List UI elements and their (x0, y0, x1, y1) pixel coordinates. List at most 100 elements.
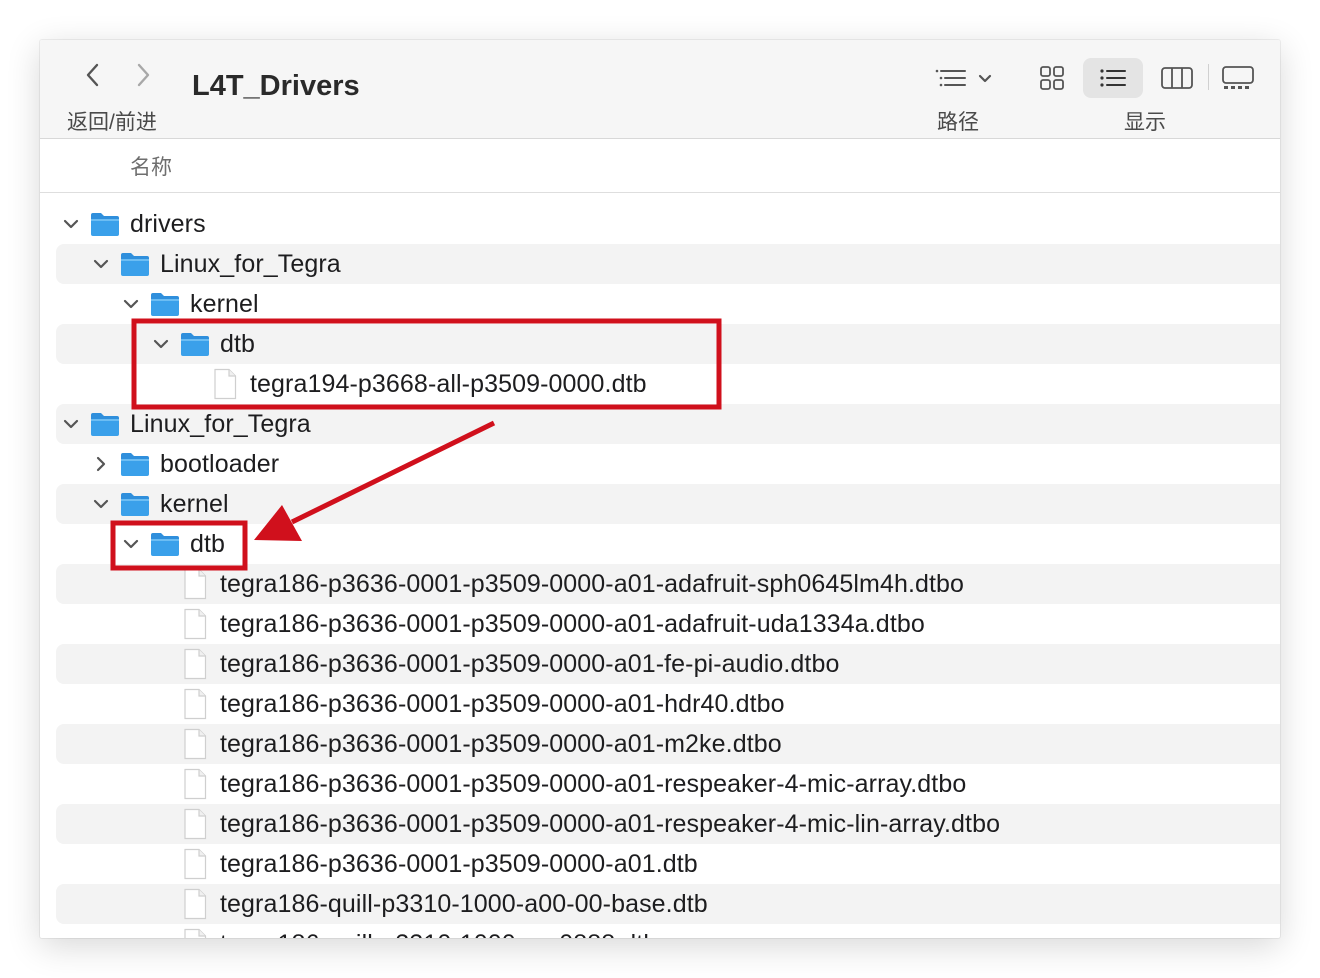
chevron-down-icon[interactable] (120, 284, 142, 324)
file-icon (178, 764, 212, 804)
file-list: drivers Linux_for_Tegra kernel dtb tegra194-… (40, 204, 1280, 938)
folder-icon (118, 244, 152, 284)
row-content: tegra186-p3636-0001-p3509-0000-a01-hdr40… (150, 684, 785, 724)
folder-row[interactable]: dtb (40, 524, 1280, 564)
list-tree-icon (935, 69, 966, 87)
file-name: tegra186-quill-p3310-1000-as-0888.dtb (220, 930, 657, 939)
folder-name: Linux_for_Tegra (130, 409, 311, 438)
chevron-down-icon[interactable] (120, 524, 142, 564)
folder-row[interactable]: dtb (40, 324, 1280, 364)
folder-row[interactable]: drivers (40, 204, 1280, 244)
gallery-view-button[interactable] (1217, 58, 1259, 98)
file-name: tegra186-quill-p3310-1000-a00-00-base.dt… (220, 889, 708, 918)
file-row[interactable]: tegra186-p3636-0001-p3509-0000-a01-adafr… (40, 604, 1280, 644)
finder-window: 返回/前进 L4T_Drivers 路径 显示 名称 drivers Linux… (40, 40, 1280, 938)
folder-row[interactable]: kernel (40, 284, 1280, 324)
folder-name: dtb (220, 329, 256, 358)
folder-row[interactable]: kernel (40, 484, 1280, 524)
row-content: kernel (120, 284, 259, 324)
file-icon (178, 844, 212, 884)
toolbar-divider (1208, 64, 1209, 90)
folder-row[interactable]: Linux_for_Tegra (40, 244, 1280, 284)
name-column-header[interactable]: 名称 (130, 151, 172, 181)
chevron-down-icon[interactable] (150, 324, 172, 364)
row-content: tegra186-p3636-0001-p3509-0000-a01-respe… (150, 764, 966, 804)
folder-name: drivers (130, 209, 206, 238)
file-name: tegra186-p3636-0001-p3509-0000-a01-respe… (220, 769, 967, 798)
row-content: drivers (60, 204, 206, 244)
folder-icon (88, 204, 122, 244)
file-icon (178, 924, 212, 938)
file-icon (178, 604, 212, 644)
folder-name: dtb (190, 529, 226, 558)
row-background (56, 204, 1280, 244)
file-row[interactable]: tegra186-quill-p3310-1000-a00-00-base.dt… (40, 884, 1280, 924)
file-icon (178, 724, 212, 764)
file-name: tegra186-p3636-0001-p3509-0000-a01.dtb (220, 849, 698, 878)
file-name: tegra186-p3636-0001-p3509-0000-a01-respe… (220, 809, 1001, 838)
folder-name: kernel (160, 489, 229, 518)
icon-view-button[interactable] (1031, 58, 1073, 98)
folder-icon (118, 444, 152, 484)
file-icon (178, 804, 212, 844)
folder-icon (88, 404, 122, 444)
row-content: tegra186-p3636-0001-p3509-0000-a01-adafr… (150, 604, 925, 644)
folder-icon (148, 524, 182, 564)
row-content: dtb (120, 524, 225, 564)
list-view-button[interactable] (1083, 58, 1143, 98)
chevron-down-icon[interactable] (90, 484, 112, 524)
columns-icon (1161, 67, 1193, 89)
toolbar: 返回/前进 L4T_Drivers 路径 显示 (40, 40, 1280, 139)
folder-name: bootloader (160, 449, 280, 478)
path-label: 路径 (937, 111, 979, 134)
folder-name: kernel (190, 289, 259, 318)
file-name: tegra194-p3668-all-p3509-0000.dtb (250, 369, 647, 398)
file-icon (208, 364, 242, 404)
file-icon (178, 564, 212, 604)
view-label: 显示 (1124, 111, 1166, 134)
back-button[interactable] (78, 60, 108, 90)
row-background (56, 524, 1280, 564)
folder-row[interactable]: Linux_for_Tegra (40, 404, 1280, 444)
row-content: kernel (90, 484, 229, 524)
row-content: bootloader (90, 444, 279, 484)
column-view-button[interactable] (1156, 58, 1198, 98)
file-row[interactable]: tegra186-p3636-0001-p3509-0000-a01-respe… (40, 764, 1280, 804)
folder-row[interactable]: bootloader (40, 444, 1280, 484)
file-row[interactable]: tegra186-p3636-0001-p3509-0000-a01-m2ke.… (40, 724, 1280, 764)
row-content: tegra186-p3636-0001-p3509-0000-a01.dtb (150, 844, 698, 884)
file-icon (178, 644, 212, 684)
chevron-down-icon[interactable] (60, 404, 82, 444)
file-name: tegra186-p3636-0001-p3509-0000-a01-hdr40… (220, 689, 785, 718)
row-content: tegra186-p3636-0001-p3509-0000-a01-m2ke.… (150, 724, 782, 764)
forward-button[interactable] (128, 60, 158, 90)
gallery-icon (1222, 66, 1254, 89)
file-row[interactable]: tegra194-p3668-all-p3509-0000.dtb (40, 364, 1280, 404)
folder-icon (148, 284, 182, 324)
row-content: tegra186-p3636-0001-p3509-0000-a01-fe-pi… (150, 644, 839, 684)
chevron-down-icon[interactable] (90, 244, 112, 284)
file-name: tegra186-p3636-0001-p3509-0000-a01-adafr… (220, 569, 965, 598)
file-name: tegra186-p3636-0001-p3509-0000-a01-m2ke.… (220, 729, 782, 758)
file-row[interactable]: tegra186-quill-p3310-1000-as-0888.dtb (40, 924, 1280, 938)
folder-name: Linux_for_Tegra (160, 249, 341, 278)
file-icon (178, 884, 212, 924)
file-name: tegra186-p3636-0001-p3509-0000-a01-adafr… (220, 609, 925, 638)
folder-icon (118, 484, 152, 524)
column-header: 名称 (40, 139, 1280, 193)
chevron-down-icon[interactable] (60, 204, 82, 244)
row-content: tegra186-p3636-0001-p3509-0000-a01-adafr… (150, 564, 964, 604)
chevron-down-icon (978, 74, 992, 83)
file-row[interactable]: tegra186-p3636-0001-p3509-0000-a01-hdr40… (40, 684, 1280, 724)
grid-icon (1040, 66, 1064, 90)
file-row[interactable]: tegra186-p3636-0001-p3509-0000-a01-adafr… (40, 564, 1280, 604)
chevron-right-icon[interactable] (90, 444, 112, 484)
window-title: L4T_Drivers (192, 70, 360, 102)
path-menu-button[interactable] (926, 58, 1000, 98)
file-row[interactable]: tegra186-p3636-0001-p3509-0000-a01-respe… (40, 804, 1280, 844)
file-row[interactable]: tegra186-p3636-0001-p3509-0000-a01.dtb (40, 844, 1280, 884)
file-row[interactable]: tegra186-p3636-0001-p3509-0000-a01-fe-pi… (40, 644, 1280, 684)
chevron-right-icon (137, 63, 150, 87)
row-content: tegra186-quill-p3310-1000-a00-00-base.dt… (150, 884, 708, 924)
row-content: tegra186-quill-p3310-1000-as-0888.dtb (150, 924, 657, 938)
